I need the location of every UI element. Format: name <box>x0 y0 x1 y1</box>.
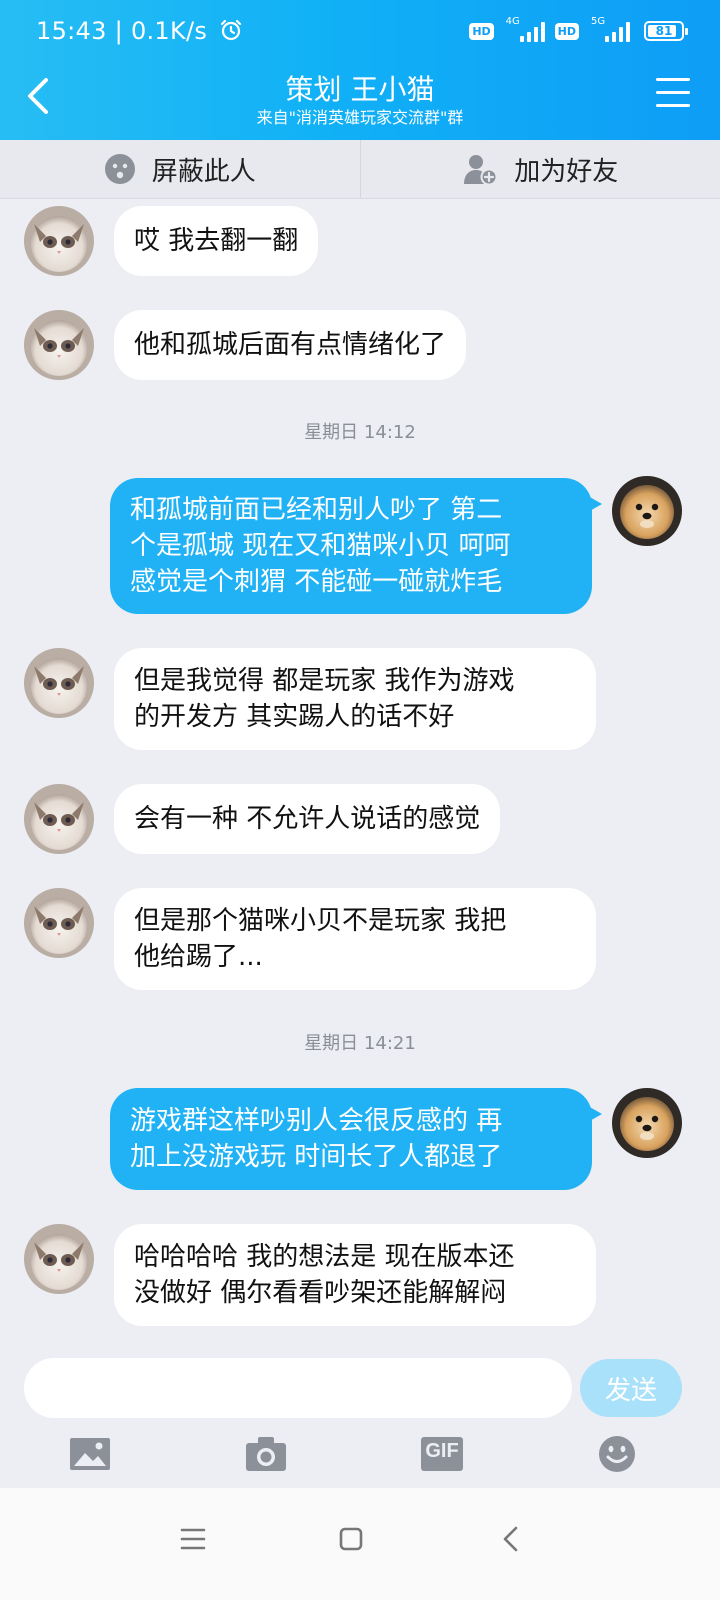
sender-avatar[interactable] <box>24 206 94 276</box>
home-nav-button[interactable] <box>326 1514 376 1564</box>
home-nav-icon <box>339 1527 363 1551</box>
app-header: 15:43 | 0.1K/s HD 4G HD 5G 81 策划 王小猫 来自"… <box>0 0 720 140</box>
gif-button[interactable]: GIF <box>420 1434 464 1474</box>
camera-icon <box>246 1437 286 1471</box>
time-separator: 星期日 14:12 <box>304 422 416 443</box>
sender-avatar[interactable] <box>24 310 94 380</box>
add-friend-button[interactable]: 加为好友 <box>361 140 720 198</box>
block-user-label: 屏蔽此人 <box>151 156 256 187</box>
incoming-message-bubble[interactable]: 他和孤城后面有点情绪化了 <box>114 310 467 380</box>
status-indicators: HD 4G HD 5G 81 <box>469 16 688 42</box>
my-avatar[interactable] <box>612 476 682 546</box>
sender-avatar[interactable] <box>24 648 94 718</box>
image-icon <box>70 1438 110 1470</box>
hd-badge-sim1: HD <box>469 22 494 40</box>
network-type-sim1: 4G <box>505 16 520 27</box>
system-navigation-bar <box>0 1488 720 1600</box>
network-speed: 0.1K/s <box>130 17 208 45</box>
sender-avatar[interactable] <box>24 784 94 854</box>
back-nav-icon <box>503 1526 518 1552</box>
hamburger-menu-icon <box>656 78 690 107</box>
send-button[interactable]: 发送 <box>580 1359 682 1417</box>
incoming-message-bubble[interactable]: 会有一种 不允许人说话的感觉 <box>114 784 501 854</box>
camera-button[interactable] <box>244 1434 288 1474</box>
signal-icon-sim2: 5G <box>589 16 630 42</box>
cat-avatar-image <box>24 648 94 718</box>
menu-button[interactable] <box>656 78 690 110</box>
outgoing-message-bubble[interactable]: 和孤城前面已经和别人吵了 第二 个是孤城 现在又和猫咪小贝 呵呵 感觉是个刺猬 … <box>110 478 602 614</box>
gif-label: GIF <box>425 1440 459 1462</box>
cat-avatar-image <box>24 784 94 854</box>
cat-avatar-image <box>24 310 94 380</box>
recents-nav-button[interactable] <box>168 1514 218 1564</box>
alarm-icon <box>221 19 242 41</box>
emoji-button[interactable] <box>597 1434 641 1474</box>
sender-avatar[interactable] <box>24 1224 94 1294</box>
message-input[interactable] <box>24 1358 572 1418</box>
cat-avatar-image <box>24 206 94 276</box>
signal-icon-sim1: 4G <box>504 16 545 42</box>
battery-level: 81 <box>655 24 673 38</box>
chat-title: 策划 王小猫 <box>285 73 435 106</box>
network-type-sim2: 5G <box>591 16 606 27</box>
status-bar-text: 15:43 | 0.1K/s <box>36 17 243 45</box>
image-button[interactable] <box>68 1434 112 1474</box>
menu-nav-icon <box>180 1528 206 1550</box>
battery-icon: 81 <box>644 21 688 41</box>
time-separator: 星期日 14:21 <box>304 1033 416 1054</box>
back-nav-button[interactable] <box>486 1514 536 1564</box>
dog-avatar-image <box>612 476 682 546</box>
cat-avatar-image <box>24 1224 94 1294</box>
status-time: 15:43 <box>36 17 107 45</box>
status-divider: | <box>114 17 131 45</box>
incoming-message-bubble[interactable]: 但是我觉得 都是玩家 我作为游戏 的开发方 其实踢人的话不好 <box>114 648 596 750</box>
incoming-message-bubble[interactable]: 哈哈哈哈 我的想法是 现在版本还 没做好 偶尔看看吵架还能解解闷 <box>114 1224 596 1326</box>
dog-avatar-image <box>612 1088 682 1158</box>
cat-avatar-image <box>24 888 94 958</box>
outgoing-message-bubble[interactable]: 游戏群这样吵别人会很反感的 再 加上没游戏玩 时间长了人都退了 <box>110 1088 602 1190</box>
incoming-message-bubble[interactable]: 但是那个猫咪小贝不是玩家 我把 他给踢了... <box>114 888 596 990</box>
incoming-message-bubble[interactable]: 哎 我去翻一翻 <box>114 206 319 276</box>
block-user-button[interactable]: 屏蔽此人 <box>0 140 361 198</box>
block-face-icon <box>104 154 135 184</box>
chat-subtitle: 来自"消消英雄玩家交流群"群 <box>256 108 464 127</box>
sender-avatar[interactable] <box>24 888 94 958</box>
hd-badge-sim2: HD <box>554 22 579 40</box>
action-bar: 屏蔽此人 加为好友 <box>0 140 720 199</box>
emoji-icon <box>599 1436 635 1472</box>
add-friend-icon <box>464 155 498 186</box>
add-friend-label: 加为好友 <box>514 156 619 187</box>
my-avatar[interactable] <box>612 1088 682 1158</box>
